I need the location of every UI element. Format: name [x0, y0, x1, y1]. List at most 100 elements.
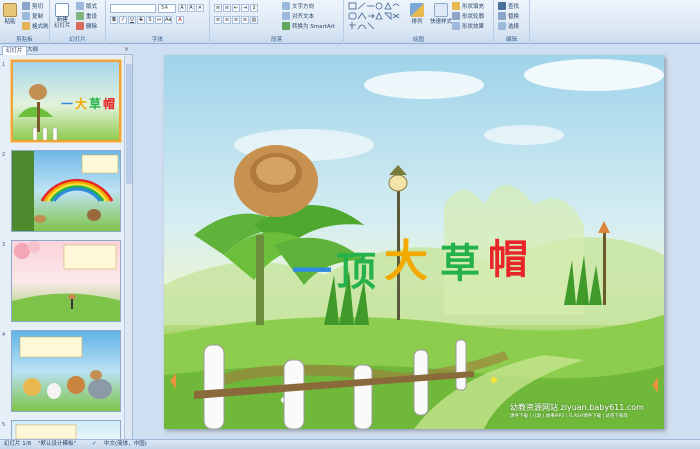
select-button[interactable]: 选择	[498, 22, 519, 30]
slide-counter: 幻灯片 1/8	[4, 441, 32, 447]
spacing-button[interactable]: ↔	[155, 16, 163, 24]
clipboard-group: 粘贴 剪切 复制 格式刷 剪贴板	[0, 0, 50, 44]
replace-icon	[498, 12, 506, 20]
clear-format-button[interactable]: ✕	[196, 4, 204, 12]
thumb-number: 2	[2, 152, 6, 158]
slide-thumbnail-5[interactable]	[11, 420, 121, 439]
quick-styles-icon	[434, 3, 448, 17]
cut-button[interactable]: 剪切	[22, 2, 43, 10]
svg-text:大: 大	[75, 96, 87, 111]
paragraph-group: ≡ ≡ ⇤ ⇥ ↕ ≡ ≡ ≡ ≡ ▥ 文字方向 对齐文本 转换为 SmartA…	[210, 0, 344, 44]
copy-button[interactable]: 复制	[22, 12, 43, 20]
smartart-button[interactable]: 转换为 SmartArt	[282, 22, 335, 30]
case-button[interactable]: Aa	[164, 16, 172, 24]
slides-pane: 幻灯片 大纲 × 1 一 大 草 帽 2 3 4 5	[0, 45, 133, 439]
pen-icon	[452, 12, 460, 20]
replace-button[interactable]: 替换	[498, 12, 519, 20]
new-slide-button[interactable]: 新建 幻灯片	[54, 3, 71, 29]
watermark-main: 幼教资源网站 ziyuan.baby611.com	[510, 403, 644, 412]
tab-slides[interactable]: 幻灯片	[2, 46, 27, 55]
increase-indent-button[interactable]: ⇥	[241, 4, 249, 12]
thumbnail-3-art	[12, 241, 120, 321]
slides-group-label: 幻灯片	[69, 37, 86, 43]
language-indicator[interactable]: 中文(简体，中国)	[104, 440, 147, 449]
ribbon: 粘贴 剪切 复制 格式刷 剪贴板 新建 幻灯片 版式 重设 删除 幻灯片 54 …	[0, 0, 700, 44]
font-color-button[interactable]: A	[176, 16, 184, 24]
bullets-button[interactable]: ≡	[214, 4, 222, 12]
scissors-icon	[22, 2, 30, 10]
clipboard-group-label: 剪贴板	[16, 37, 33, 43]
justify-button[interactable]: ≡	[241, 16, 249, 24]
title-char-4: 草	[440, 241, 480, 287]
slide-canvas[interactable]: 一 顶 大 草 帽 幼教资源网站 ziyuan.baby611.com 课件下载…	[164, 55, 664, 429]
slide-thumbnail-3[interactable]	[11, 240, 121, 322]
align-left-button[interactable]: ≡	[214, 16, 222, 24]
thumb-number: 4	[2, 332, 6, 338]
watermark-sub: 课件下载 | 儿歌 | 故事MP3 | FLASH课件下载 | 试卷下载等	[510, 414, 628, 419]
columns-button[interactable]: ▥	[250, 16, 258, 24]
slides-group: 新建 幻灯片 版式 重设 删除 幻灯片	[50, 0, 106, 44]
shape-outline-button[interactable]: 形状轮廓	[452, 12, 484, 20]
spellcheck-icon[interactable]: ✓	[92, 440, 97, 449]
thumbnail-5-art	[15, 424, 77, 439]
paste-button[interactable]: 粘贴	[3, 3, 17, 25]
close-icon[interactable]: ×	[124, 46, 129, 53]
title-char-3: 大	[384, 236, 428, 287]
slide-thumbnail-1[interactable]: 一 大 草 帽	[11, 60, 121, 142]
font-name-combo[interactable]	[110, 4, 156, 13]
slide-thumbnail-4[interactable]	[11, 330, 121, 412]
shape-effects-button[interactable]: 形状效果	[452, 22, 484, 30]
thumbnail-1-art: 一 大 草 帽	[18, 84, 115, 140]
align-right-button[interactable]: ≡	[232, 16, 240, 24]
svg-text:帽: 帽	[103, 96, 115, 111]
bold-button[interactable]: B	[110, 16, 118, 24]
smartart-icon	[282, 22, 290, 30]
shadow-button[interactable]: S	[146, 16, 154, 24]
layout-button[interactable]: 版式	[76, 2, 97, 10]
thumb-number: 1	[2, 62, 6, 68]
font-group: 54 A A ✕ B I U S S ↔ Aa A 字体	[106, 0, 210, 44]
cursor-icon	[498, 22, 506, 30]
svg-text:草: 草	[89, 96, 101, 111]
new-slide-icon	[55, 3, 70, 17]
title-char-1: 一	[292, 249, 332, 295]
text-direction-icon	[282, 2, 290, 10]
align-text-button[interactable]: 对齐文本	[282, 12, 314, 20]
font-size-combo[interactable]: 54	[158, 4, 176, 13]
paint-bucket-icon	[452, 2, 460, 10]
thumb-number: 5	[2, 422, 6, 428]
pane-scrollbar[interactable]	[124, 56, 132, 439]
align-center-button[interactable]: ≡	[223, 16, 231, 24]
thumb-number: 3	[2, 242, 6, 248]
scrollbar-thumb[interactable]	[126, 64, 132, 184]
align-text-icon	[282, 12, 290, 20]
theme-name: "默认设计模板"	[38, 441, 77, 447]
grow-font-button[interactable]: A	[178, 4, 186, 12]
shapes-gallery[interactable]	[348, 2, 400, 32]
thumbnail-4-art	[19, 336, 112, 399]
title-char-2: 顶	[336, 249, 376, 295]
quick-styles-button[interactable]: 快速样式	[430, 3, 452, 25]
strike-button[interactable]: S	[137, 16, 145, 24]
delete-button[interactable]: 删除	[76, 22, 97, 30]
reset-icon	[76, 12, 84, 20]
format-painter-button[interactable]: 格式刷	[22, 22, 49, 30]
italic-button[interactable]: I	[119, 16, 127, 24]
numbering-button[interactable]: ≡	[223, 4, 231, 12]
paste-icon	[3, 3, 17, 17]
arrange-button[interactable]: 排列	[410, 3, 424, 25]
find-button[interactable]: 查找	[498, 2, 519, 10]
tab-outline[interactable]: 大纲	[24, 46, 41, 55]
shrink-font-button[interactable]: A	[187, 4, 195, 12]
line-spacing-button[interactable]: ↕	[250, 4, 258, 12]
reset-button[interactable]: 重设	[76, 12, 97, 20]
slide-thumbnail-2[interactable]	[11, 150, 121, 232]
decrease-indent-button[interactable]: ⇤	[232, 4, 240, 12]
drawing-group: 排列 快速样式 形状填充 形状轮廓 形状效果 绘图	[344, 0, 494, 44]
shape-fill-button[interactable]: 形状填充	[452, 2, 484, 10]
text-direction-button[interactable]: 文字方向	[282, 2, 314, 10]
copy-icon	[22, 12, 30, 20]
underline-button[interactable]: U	[128, 16, 136, 24]
binoculars-icon	[498, 2, 506, 10]
editing-group-label: 编辑	[505, 37, 517, 43]
